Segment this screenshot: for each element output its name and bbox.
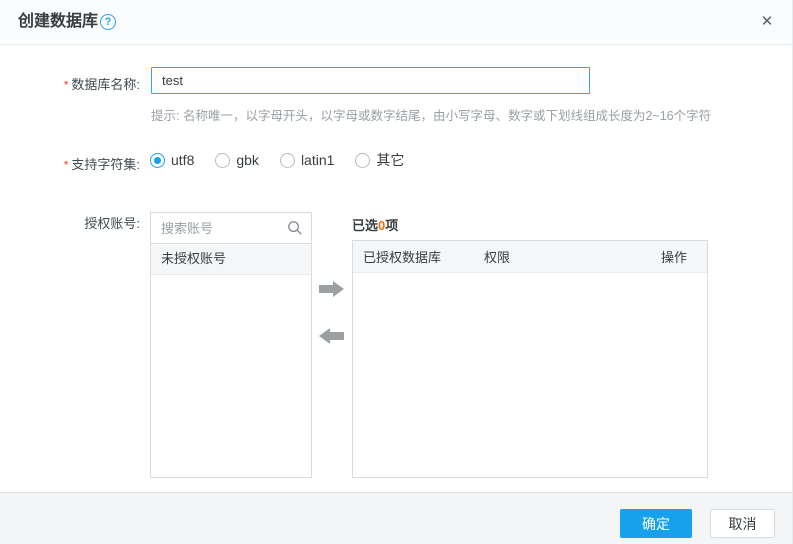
transfer-left-arrow-icon[interactable] [319,327,345,344]
search-icon[interactable] [287,220,303,236]
col-authorized-db: 已授权数据库 [363,250,442,265]
close-icon[interactable]: ✕ [758,13,776,31]
ok-button[interactable]: 确定 [620,509,692,538]
charset-radio-group: utf8 gbk latin1 其它 [150,151,425,169]
col-privilege: 权限 [484,250,511,265]
col-action: 操作 [660,250,687,265]
cancel-button[interactable]: 取消 [710,509,775,538]
radio-unchecked-icon[interactable] [279,152,295,168]
dialog-footer: 确定 取消 [0,492,792,544]
db-name-hint: 提示: 名称唯一，以字母开头，以字母或数字结尾，由小写字母、数字或下划线组成长度… [151,109,712,123]
create-database-dialog: 创建数据库 ? ✕ *数据库名称: 提示: 名称唯一，以字母开头，以字母或数字结… [0,0,793,544]
unauthorized-list-body[interactable] [151,275,311,477]
selected-count-summary: 已选0项 [352,218,399,233]
account-label: 授权账号: [84,216,140,231]
dialog-title: 创建数据库 [18,13,99,30]
radio-latin1[interactable]: latin1 [279,152,334,168]
db-name-label: * 数据库名称: [63,77,140,92]
account-search-row [151,213,311,244]
radio-unchecked-icon[interactable] [355,152,371,168]
radio-gbk[interactable]: gbk [215,152,259,168]
required-asterisk: * [63,158,69,172]
charset-label: * 支持字符集: [63,157,140,172]
dialog-header: 创建数据库 ? ✕ [0,0,792,45]
help-icon[interactable]: ? [100,14,116,30]
authorized-accounts-panel: 已授权数据库 权限 操作 [352,240,708,478]
radio-checked-icon[interactable] [150,152,165,168]
unauthorized-list-header: 未授权账号 [151,244,311,275]
unauthorized-accounts-panel: 未授权账号 [150,212,312,478]
required-asterisk: * [63,78,69,92]
authorized-table-header: 已授权数据库 权限 操作 [353,241,707,273]
radio-unchecked-icon[interactable] [215,152,231,168]
radio-utf8[interactable]: utf8 [150,152,194,168]
radio-other[interactable]: 其它 [355,150,404,170]
transfer-right-arrow-icon[interactable] [319,280,345,297]
db-name-input[interactable] [151,67,590,94]
